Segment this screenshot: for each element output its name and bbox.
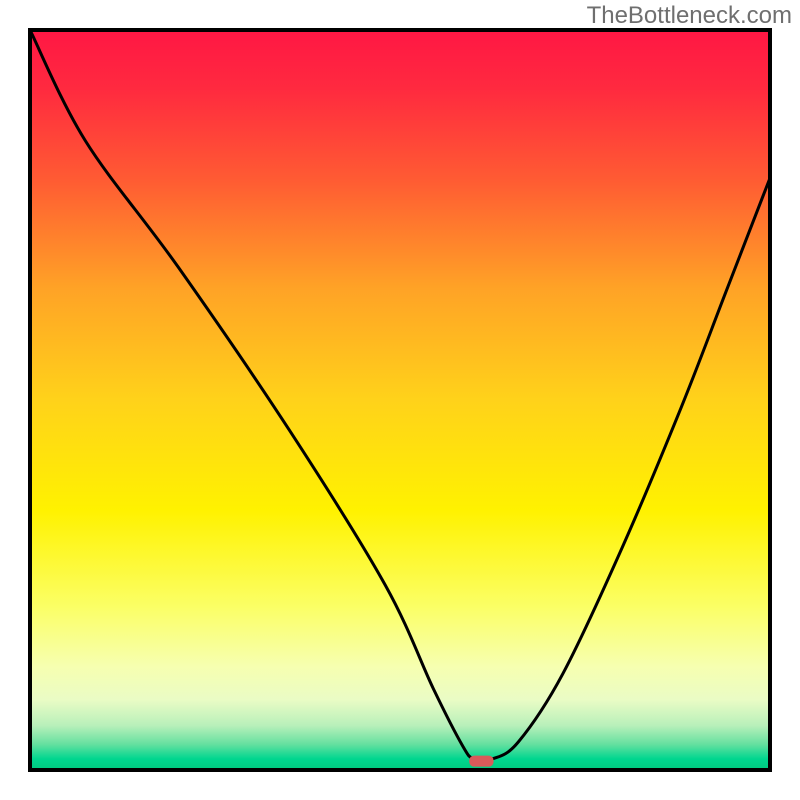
- plot-background: [30, 30, 770, 770]
- watermark-text: TheBottleneck.com: [587, 2, 792, 30]
- chart-svg: [0, 0, 800, 800]
- chart-container: TheBottleneck.com: [0, 0, 800, 800]
- optimal-marker: [469, 756, 493, 767]
